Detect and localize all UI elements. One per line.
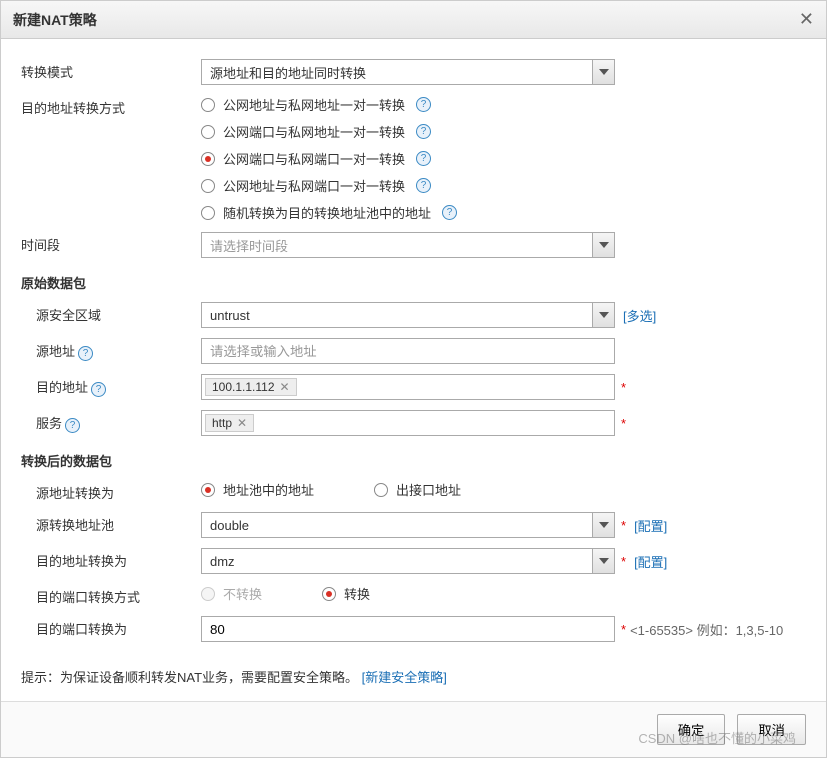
service-label: 服务?: [21, 410, 201, 433]
src-trans-label: 源地址转换为: [21, 480, 201, 502]
src-pool-value: double: [202, 518, 592, 533]
required-mark: *: [621, 518, 626, 533]
src-addr-label: 源地址?: [21, 338, 201, 361]
radio-label: 出接口地址: [396, 480, 461, 499]
help-icon[interactable]: ?: [78, 346, 93, 361]
dest-port-radio-yes[interactable]: [322, 587, 336, 601]
mode-label: 转换模式: [21, 59, 201, 81]
src-pool-label: 源转换地址池: [21, 512, 201, 534]
src-zone-value: untrust: [202, 308, 592, 323]
radio-label: 公网端口与私网地址一对一转换: [223, 122, 405, 141]
radio-label: 转换: [344, 584, 370, 603]
dest-trans-value: dmz: [202, 554, 592, 569]
dest-method-radio-1[interactable]: [201, 125, 215, 139]
tag-remove-icon[interactable]: ✕: [280, 380, 290, 394]
radio-label: 公网地址与私网端口一对一转换: [223, 176, 405, 195]
timerange-select[interactable]: 请选择时间段: [201, 232, 615, 258]
dest-trans-select[interactable]: dmz: [201, 548, 615, 574]
help-icon[interactable]: ?: [65, 418, 80, 433]
src-zone-select[interactable]: untrust: [201, 302, 615, 328]
chevron-down-icon: [592, 233, 614, 257]
tag-remove-icon[interactable]: ✕: [237, 416, 247, 430]
src-pool-select[interactable]: double: [201, 512, 615, 538]
dest-port-input[interactable]: [201, 616, 615, 642]
src-trans-radio-outif[interactable]: [374, 483, 388, 497]
required-mark: *: [621, 622, 626, 637]
addr-tag: 100.1.1.112✕: [205, 378, 297, 396]
ok-button[interactable]: 确定: [657, 714, 726, 745]
section-original: 原始数据包: [21, 273, 806, 292]
dialog-footer: 确定 取消 CSDN @啥也不懂的小菜鸡: [1, 701, 826, 757]
help-icon[interactable]: ?: [416, 178, 431, 193]
help-icon[interactable]: ?: [91, 382, 106, 397]
dest-method-radio-0[interactable]: [201, 98, 215, 112]
mode-select[interactable]: 源地址和目的地址同时转换: [201, 59, 615, 85]
dest-method-radios: 公网地址与私网地址一对一转换? 公网端口与私网地址一对一转换? 公网端口与私网端…: [201, 95, 457, 222]
chevron-down-icon: [592, 513, 614, 537]
config-link[interactable]: [配置]: [634, 516, 667, 535]
dest-port-method-label: 目的端口转换方式: [21, 584, 201, 606]
required-mark: *: [621, 416, 626, 431]
new-security-policy-link[interactable]: [新建安全策略]: [362, 670, 447, 685]
dest-addr-label: 目的地址?: [21, 374, 201, 397]
dest-method-label: 目的地址转换方式: [21, 95, 201, 117]
help-icon[interactable]: ?: [442, 205, 457, 220]
dest-method-radio-4[interactable]: [201, 206, 215, 220]
bottom-hint: 提示：为保证设备顺利转发NAT业务，需要配置安全策略。 [新建安全策略]: [1, 662, 826, 701]
src-zone-label: 源安全区域: [21, 302, 201, 324]
config-link[interactable]: [配置]: [634, 552, 667, 571]
dialog-header: 新建NAT策略 ✕: [1, 1, 826, 39]
chevron-down-icon: [592, 60, 614, 84]
help-icon[interactable]: ?: [416, 124, 431, 139]
src-trans-radio-pool[interactable]: [201, 483, 215, 497]
dialog-body: 转换模式 源地址和目的地址同时转换 目的地址转换方式 公网地址与私网地址一对一转…: [1, 39, 826, 662]
required-mark: *: [621, 380, 626, 395]
close-icon[interactable]: ✕: [799, 9, 814, 30]
dest-method-radio-3[interactable]: [201, 179, 215, 193]
required-mark: *: [621, 554, 626, 569]
timerange-label: 时间段: [21, 232, 201, 254]
timerange-placeholder: 请选择时间段: [202, 236, 592, 255]
mode-value: 源地址和目的地址同时转换: [202, 63, 592, 82]
radio-label: 地址池中的地址: [223, 480, 314, 499]
help-icon[interactable]: ?: [416, 97, 431, 112]
radio-label: 随机转换为目的转换地址池中的地址: [223, 203, 431, 222]
multi-select-link[interactable]: [多选]: [623, 306, 656, 325]
dest-method-radio-2[interactable]: [201, 152, 215, 166]
dest-trans-label: 目的地址转换为: [21, 548, 201, 570]
src-addr-input[interactable]: [201, 338, 615, 364]
radio-label: 不转换: [223, 584, 262, 603]
help-icon[interactable]: ?: [416, 151, 431, 166]
radio-label: 公网地址与私网地址一对一转换: [223, 95, 405, 114]
dest-addr-input[interactable]: 100.1.1.112✕: [201, 374, 615, 400]
nat-policy-dialog: 新建NAT策略 ✕ 转换模式 源地址和目的地址同时转换 目的地址转换方式 公网地…: [0, 0, 827, 758]
service-input[interactable]: http✕: [201, 410, 615, 436]
chevron-down-icon: [592, 303, 614, 327]
section-translated: 转换后的数据包: [21, 451, 806, 470]
port-hint: <1-65535> 例如：1,3,5-10: [630, 620, 783, 639]
dest-port-radio-no: [201, 587, 215, 601]
dest-port-to-label: 目的端口转换为: [21, 616, 201, 638]
radio-label: 公网端口与私网端口一对一转换: [223, 149, 405, 168]
dialog-title: 新建NAT策略: [13, 10, 97, 30]
cancel-button[interactable]: 取消: [737, 714, 806, 745]
chevron-down-icon: [592, 549, 614, 573]
service-tag: http✕: [205, 414, 254, 432]
